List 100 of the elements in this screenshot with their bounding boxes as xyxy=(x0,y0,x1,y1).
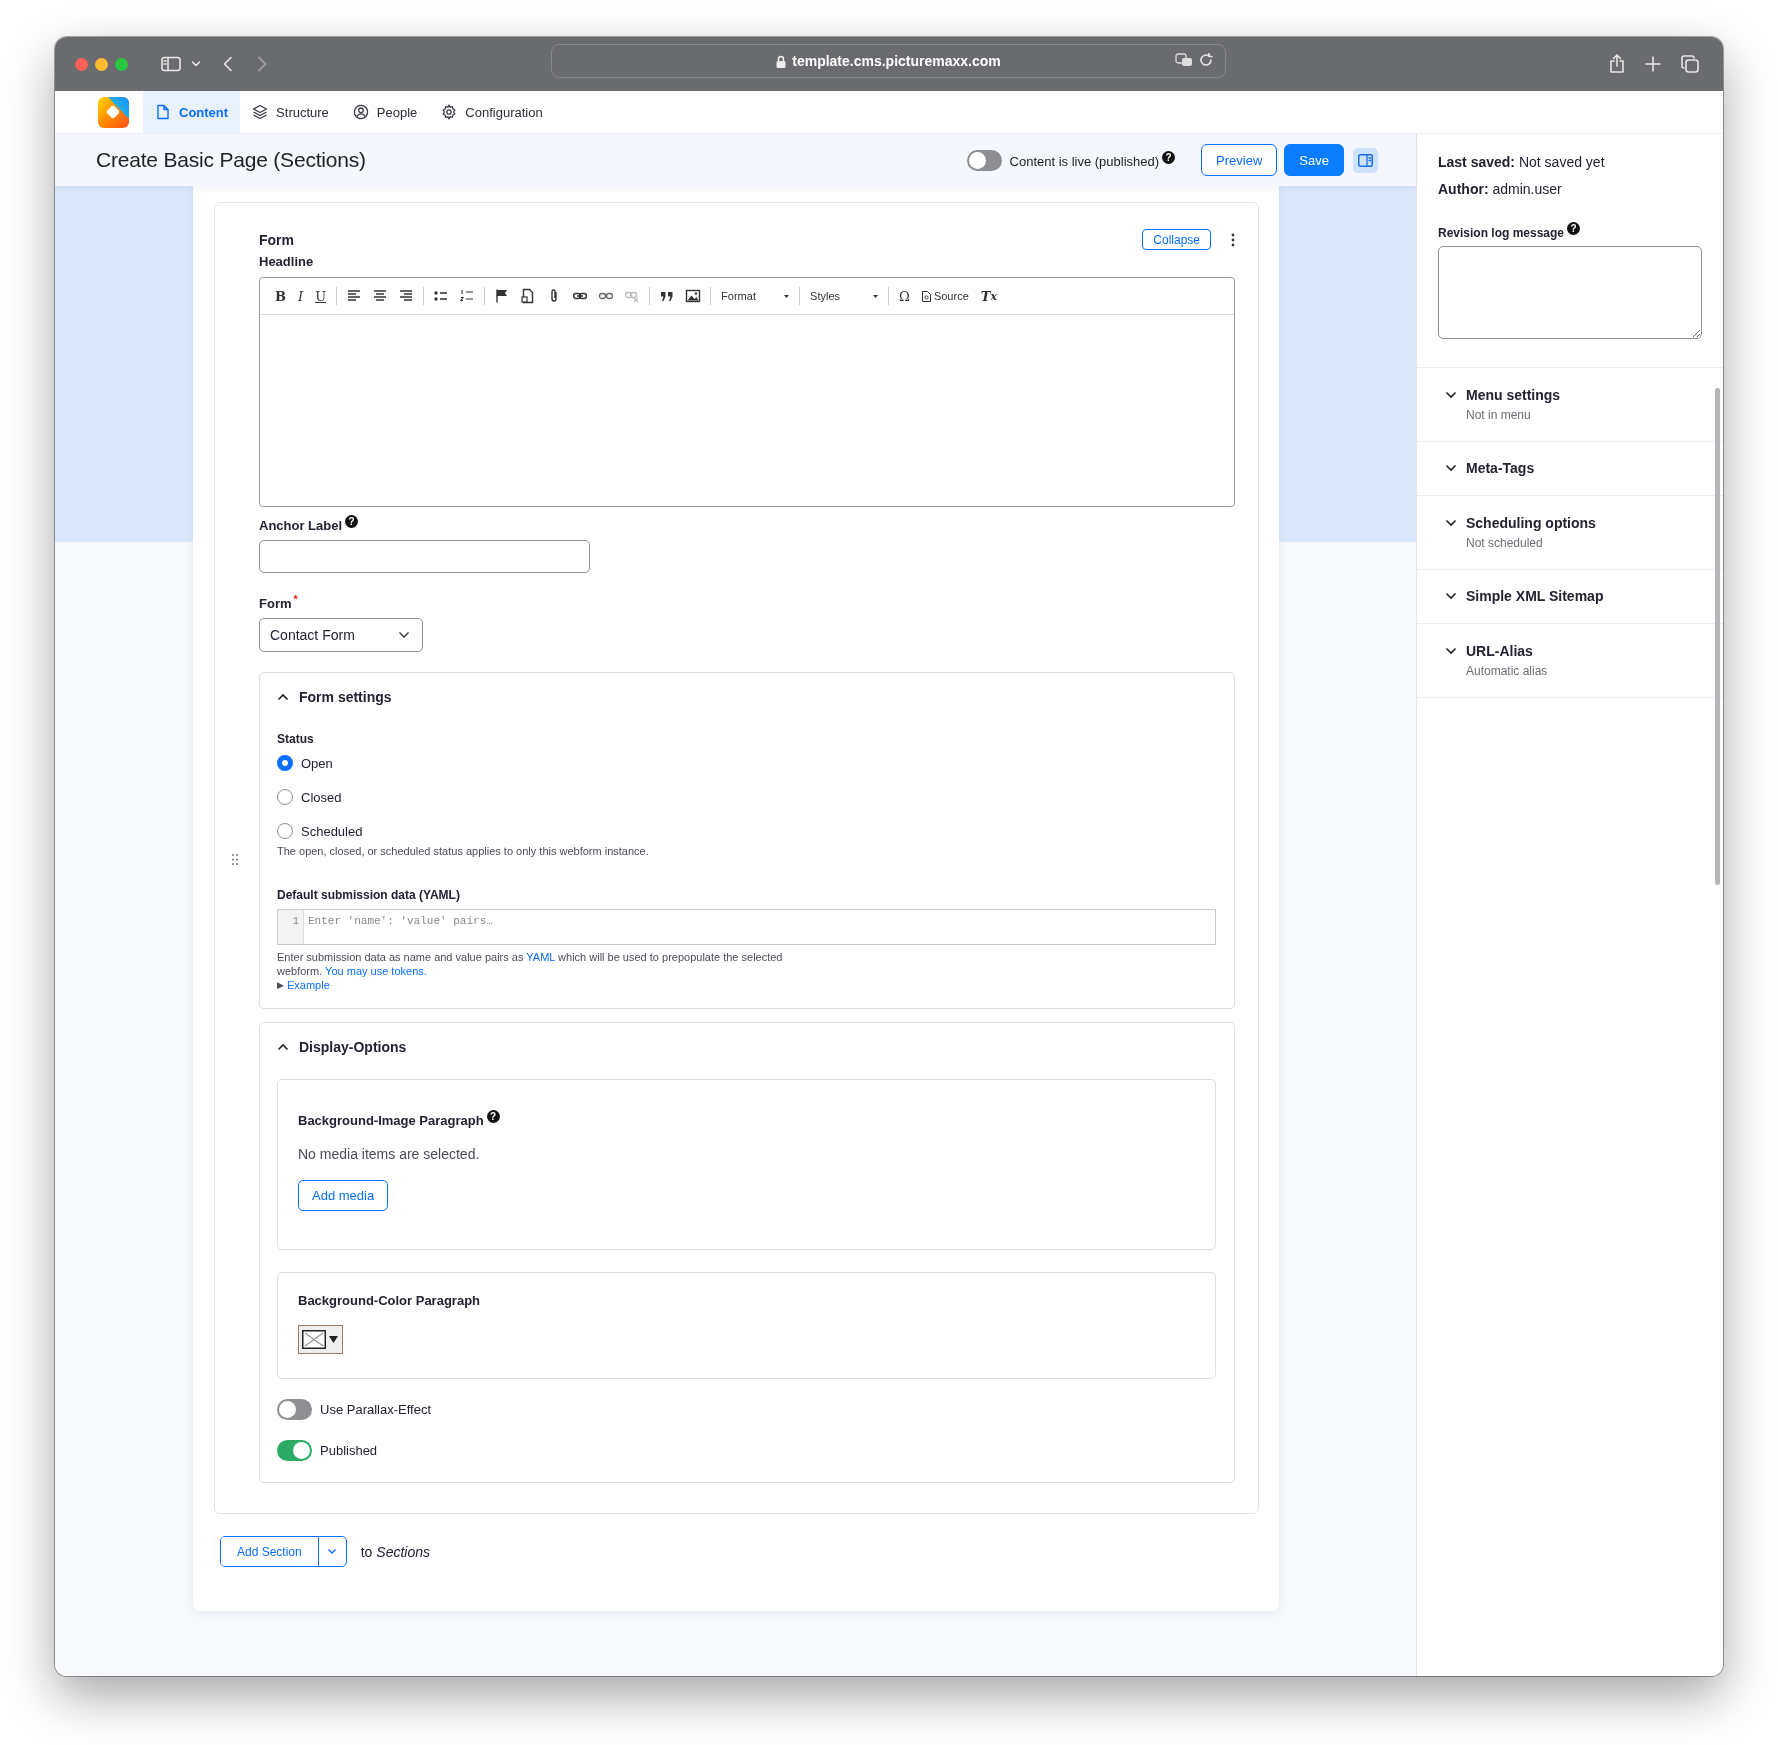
placeholder-text: Enter 'name': 'value' pairs… xyxy=(307,914,493,930)
forward-icon xyxy=(257,56,267,72)
drag-handle-icon[interactable] xyxy=(232,854,238,865)
field-label: Background-Image Paragraph $^{?}$ xyxy=(298,1110,1195,1128)
help-icon[interactable]: ? xyxy=(1162,151,1176,165)
save-button[interactable]: Save xyxy=(1284,144,1344,176)
align-center-icon[interactable] xyxy=(372,288,389,304)
help-icon[interactable]: ? xyxy=(1567,222,1581,235)
toggle-label: Published xyxy=(320,1443,378,1459)
form-select[interactable]: Contact Form xyxy=(259,618,423,653)
panel-icon xyxy=(1358,153,1373,167)
sidebar-icon[interactable] xyxy=(161,56,181,72)
zoom-window-button[interactable] xyxy=(115,57,128,71)
fieldset-title[interactable]: Display-Options xyxy=(299,1039,407,1056)
app-logo[interactable] xyxy=(98,96,129,128)
translate-icon[interactable] xyxy=(1175,53,1193,67)
lock-icon xyxy=(776,54,787,68)
chevron-icon[interactable] xyxy=(277,693,289,702)
scrollbar[interactable] xyxy=(1715,388,1720,885)
field-label: Revision log message $^{?}$ xyxy=(1438,222,1702,240)
radio-button[interactable] xyxy=(277,823,293,840)
accordion-title: Menu settings xyxy=(1466,386,1561,403)
help-icon[interactable]: ? xyxy=(345,515,359,528)
radio-button[interactable] xyxy=(277,755,293,772)
input-field[interactable] xyxy=(259,539,590,573)
field-label: Default submission data (YAML) xyxy=(277,888,461,903)
layers-icon xyxy=(252,104,269,120)
new-tab-icon[interactable] xyxy=(1645,56,1661,72)
toggle-switch[interactable] xyxy=(966,149,1002,171)
disclosure-icon[interactable]: ▶ xyxy=(277,978,284,993)
field-label: Status xyxy=(277,732,315,747)
line-number: 1 xyxy=(278,910,304,945)
gear-icon xyxy=(441,104,458,120)
source-button[interactable]: Source xyxy=(915,290,975,302)
accordion-summary: Not scheduled xyxy=(1466,535,1544,550)
caret-icon xyxy=(329,1336,338,1344)
nav-tab[interactable]: Configuration xyxy=(429,91,555,133)
align-left-icon[interactable] xyxy=(346,288,363,304)
source-icon xyxy=(921,290,931,302)
help-link[interactable]: YAML xyxy=(526,951,555,964)
nav-tab[interactable]: Structure xyxy=(240,91,341,133)
accordion-summary: Automatic alias xyxy=(1466,663,1549,678)
chevron-down-icon xyxy=(327,1548,338,1556)
bullet-list-icon[interactable] xyxy=(433,288,450,304)
help-icon[interactable]: ? xyxy=(486,1110,500,1124)
accordion-title: Scheduling options xyxy=(1466,514,1596,531)
radio-button[interactable] xyxy=(277,789,293,806)
image-icon[interactable] xyxy=(685,288,702,304)
reload-icon[interactable] xyxy=(1199,53,1213,67)
numbered-list-icon[interactable] xyxy=(459,288,476,304)
toggle-switch[interactable] xyxy=(277,1440,312,1462)
special-character-button[interactable]: Ω xyxy=(893,288,916,304)
add-media-button[interactable]: Add media xyxy=(298,1180,389,1211)
share-icon[interactable] xyxy=(1609,54,1625,74)
underline-button[interactable]: U xyxy=(309,288,333,304)
chevron-down-icon[interactable] xyxy=(191,60,201,68)
page-title: Create Basic Page (Sections) xyxy=(96,148,367,172)
help-link[interactable]: You may use tokens. xyxy=(325,965,427,978)
accordion-title: Meta-Tags xyxy=(1466,460,1535,476)
section-title: Form xyxy=(259,231,295,248)
chevron-icon[interactable] xyxy=(277,1043,289,1052)
toggle-label: Use Parallax-Effect xyxy=(320,1402,432,1418)
field-label: Form$^{*}$ xyxy=(259,592,299,612)
accordion-summary: Not in menu xyxy=(1466,407,1532,422)
last-saved-text: Last saved: Not saved yet xyxy=(1438,154,1606,170)
fieldset-title[interactable]: Form settings xyxy=(299,689,392,706)
radio-label: Open xyxy=(301,755,333,771)
color-picker[interactable] xyxy=(298,1325,343,1355)
example-link[interactable]: Example xyxy=(287,978,330,993)
field-label: Headline xyxy=(259,254,315,269)
italic-button[interactable]: I xyxy=(292,288,310,304)
toggle-label: Content is live (published) $^{?}$ xyxy=(1009,151,1176,169)
url-text: template.cms.picturemaxx.com xyxy=(792,53,1001,69)
user-icon xyxy=(352,104,369,120)
target-text: to Sections xyxy=(360,1543,430,1560)
bold-button[interactable]: B xyxy=(269,288,292,304)
toggle-switch[interactable] xyxy=(277,1399,312,1421)
no-color-icon xyxy=(302,1330,326,1350)
address-bar[interactable]: template.cms.picturemaxx.com xyxy=(551,44,1226,78)
nav-tab[interactable]: Content xyxy=(143,91,241,133)
collapse-button[interactable]: Collapse xyxy=(1142,229,1211,250)
help-text: The open, closed, or scheduled status applies to only this webform instance. xyxy=(277,844,650,859)
toolbar-dropdown[interactable]: Styles xyxy=(804,290,885,302)
align-right-icon[interactable] xyxy=(398,288,415,304)
minimize-window-button[interactable] xyxy=(95,57,108,71)
field-label: Background-Color Paragraph xyxy=(298,1293,482,1309)
tabs-overview-icon[interactable] xyxy=(1681,55,1699,73)
revision-log-field[interactable] xyxy=(1438,245,1702,339)
preview-button[interactable]: Preview xyxy=(1201,144,1278,176)
toolbar-dropdown[interactable]: Format xyxy=(715,290,796,302)
help-text: Enter submission data as name and value pairs as YAML which will be used to prepopulate the selected webform. You may use tokens. xyxy=(277,950,784,979)
caret-icon xyxy=(784,294,790,298)
back-icon[interactable] xyxy=(223,56,233,72)
nav-tab[interactable]: People xyxy=(340,91,430,133)
sidebar-toggle-button[interactable] xyxy=(1353,147,1378,173)
author-text: Author: admin.user xyxy=(1438,181,1563,197)
more-options-icon[interactable] xyxy=(1231,232,1235,247)
empty-message: No media items are selected. xyxy=(298,1146,481,1162)
caret-icon xyxy=(873,294,879,298)
code-input-field[interactable]: 1 Enter 'name': 'value' pairs… xyxy=(277,909,1216,946)
